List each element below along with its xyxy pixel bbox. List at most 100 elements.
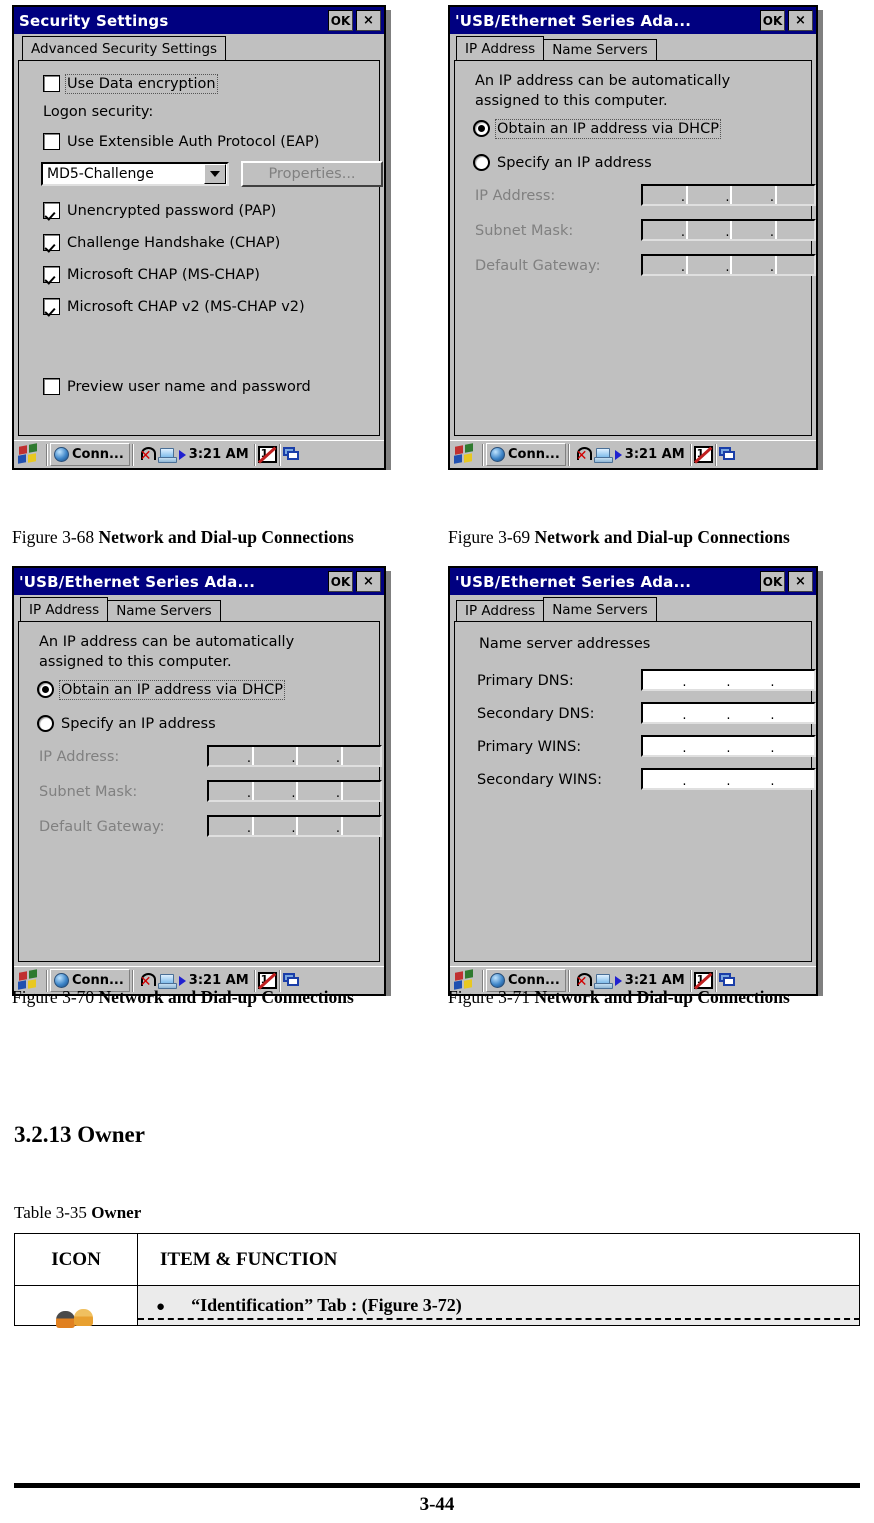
- ip-octet-1[interactable]: [643, 221, 681, 239]
- ip-octet-4[interactable]: [777, 221, 815, 239]
- checkbox-ms-chap-v2-row[interactable]: Microsoft CHAP v2 (MS-CHAP v2): [43, 298, 305, 315]
- radio-specify-ip-row[interactable]: Specify an IP address: [37, 715, 216, 732]
- ip-octet-4[interactable]: [343, 747, 381, 765]
- cascade-windows-icon[interactable]: [718, 973, 737, 988]
- input-subnet-mask[interactable]: . . .: [207, 780, 382, 802]
- play-arrow-icon[interactable]: [614, 449, 622, 460]
- ip-octet-1[interactable]: [643, 671, 682, 689]
- ip-octet-1[interactable]: [643, 186, 681, 204]
- computer-icon[interactable]: [593, 973, 613, 989]
- checkbox-preview-credentials-row[interactable]: Preview user name and password: [43, 378, 311, 395]
- play-arrow-icon[interactable]: [178, 975, 186, 986]
- ip-octet-4[interactable]: [775, 671, 814, 689]
- ip-octet-2[interactable]: [688, 221, 726, 239]
- ip-octet-2[interactable]: [687, 671, 726, 689]
- ip-octet-1[interactable]: [209, 782, 247, 800]
- ip-octet-2[interactable]: [254, 782, 292, 800]
- tab-advanced-security-settings[interactable]: Advanced Security Settings: [22, 36, 227, 60]
- checkbox-ms-chap-v2[interactable]: [43, 298, 60, 315]
- eap-method-select[interactable]: MD5-Challenge: [41, 162, 229, 186]
- ip-octet-3[interactable]: [732, 256, 770, 274]
- radio-specify-ip-address[interactable]: [473, 154, 490, 171]
- cascade-windows-icon[interactable]: [718, 447, 737, 462]
- checkbox-ms-chap-row[interactable]: Microsoft CHAP (MS-CHAP): [43, 266, 260, 283]
- input-default-gateway[interactable]: . . .: [207, 815, 382, 837]
- ip-octet-4[interactable]: [777, 186, 815, 204]
- clock[interactable]: 3:21 AM: [625, 447, 685, 462]
- input-default-gateway[interactable]: . . .: [641, 254, 816, 276]
- computer-icon[interactable]: [157, 447, 177, 463]
- close-button[interactable]: ×: [356, 571, 381, 592]
- close-button[interactable]: ×: [788, 571, 813, 592]
- ip-octet-2[interactable]: [254, 747, 292, 765]
- checkbox-use-data-encryption[interactable]: [43, 75, 60, 92]
- ip-octet-3[interactable]: [298, 747, 336, 765]
- cascade-windows-icon[interactable]: [282, 447, 301, 462]
- network-disconnected-icon[interactable]: [575, 446, 592, 463]
- ok-button[interactable]: OK: [328, 10, 353, 31]
- ip-octet-1[interactable]: [643, 770, 682, 788]
- cascade-windows-icon[interactable]: [282, 973, 301, 988]
- ip-octet-1[interactable]: [209, 747, 247, 765]
- ip-octet-2[interactable]: [687, 770, 726, 788]
- tab-ip-address[interactable]: IP Address: [456, 36, 545, 60]
- chevron-down-icon[interactable]: [204, 164, 226, 184]
- checkbox-use-eap-row[interactable]: Use Extensible Auth Protocol (EAP): [43, 133, 319, 150]
- ip-octet-3[interactable]: [298, 817, 336, 835]
- ip-octet-4[interactable]: [343, 782, 381, 800]
- ip-octet-3[interactable]: [298, 782, 336, 800]
- properties-button[interactable]: Properties...: [241, 161, 383, 187]
- ip-octet-3[interactable]: [731, 770, 770, 788]
- tab-ip-address[interactable]: IP Address: [20, 597, 109, 621]
- windows-start-icon[interactable]: [454, 442, 478, 466]
- ok-button[interactable]: OK: [760, 571, 785, 592]
- taskbar-button-conn[interactable]: Conn...: [50, 443, 130, 466]
- play-arrow-icon[interactable]: [614, 975, 622, 986]
- radio-dhcp-row[interactable]: Obtain an IP address via DHCP: [473, 118, 721, 139]
- input-panel-icon[interactable]: 1: [693, 446, 713, 464]
- ok-button[interactable]: OK: [328, 571, 353, 592]
- checkbox-use-eap[interactable]: [43, 133, 60, 150]
- ok-button[interactable]: OK: [760, 10, 785, 31]
- ip-octet-4[interactable]: [777, 256, 815, 274]
- ip-octet-2[interactable]: [688, 256, 726, 274]
- tab-ip-address[interactable]: IP Address: [456, 600, 545, 621]
- clock[interactable]: 3:21 AM: [625, 973, 685, 988]
- ip-octet-1[interactable]: [209, 817, 247, 835]
- ip-octet-4[interactable]: [343, 817, 381, 835]
- ip-octet-2[interactable]: [254, 817, 292, 835]
- close-button[interactable]: ×: [356, 10, 381, 31]
- input-secondary-wins[interactable]: . . .: [641, 768, 816, 790]
- ip-octet-1[interactable]: [643, 256, 681, 274]
- ip-octet-3[interactable]: [731, 671, 770, 689]
- tab-name-servers[interactable]: Name Servers: [107, 600, 221, 621]
- ip-octet-3[interactable]: [731, 704, 770, 722]
- checkbox-chap[interactable]: [43, 234, 60, 251]
- input-primary-dns[interactable]: . . .: [641, 669, 816, 691]
- checkbox-preview-credentials[interactable]: [43, 378, 60, 395]
- radio-specify-ip-row[interactable]: Specify an IP address: [473, 154, 652, 171]
- input-panel-icon[interactable]: 1: [257, 446, 277, 464]
- radio-dhcp-row[interactable]: Obtain an IP address via DHCP: [37, 679, 285, 700]
- input-primary-wins[interactable]: . . .: [641, 735, 816, 757]
- checkbox-pap[interactable]: [43, 202, 60, 219]
- ip-octet-2[interactable]: [688, 186, 726, 204]
- windows-start-icon[interactable]: [18, 442, 42, 466]
- input-ip-address[interactable]: . . .: [641, 184, 816, 206]
- ip-octet-3[interactable]: [732, 221, 770, 239]
- input-subnet-mask[interactable]: . . .: [641, 219, 816, 241]
- radio-specify-ip-address[interactable]: [37, 715, 54, 732]
- tab-name-servers[interactable]: Name Servers: [543, 597, 657, 621]
- play-arrow-icon[interactable]: [178, 449, 186, 460]
- radio-obtain-ip-via-dhcp[interactable]: [37, 681, 54, 698]
- ip-octet-2[interactable]: [687, 704, 726, 722]
- tab-name-servers[interactable]: Name Servers: [543, 39, 657, 60]
- ip-octet-1[interactable]: [643, 704, 682, 722]
- taskbar-button-conn[interactable]: Conn...: [486, 443, 566, 466]
- computer-icon[interactable]: [593, 447, 613, 463]
- checkbox-ms-chap[interactable]: [43, 266, 60, 283]
- checkbox-pap-row[interactable]: Unencrypted password (PAP): [43, 202, 276, 219]
- close-button[interactable]: ×: [788, 10, 813, 31]
- input-ip-address[interactable]: . . .: [207, 745, 382, 767]
- network-disconnected-icon[interactable]: [139, 446, 156, 463]
